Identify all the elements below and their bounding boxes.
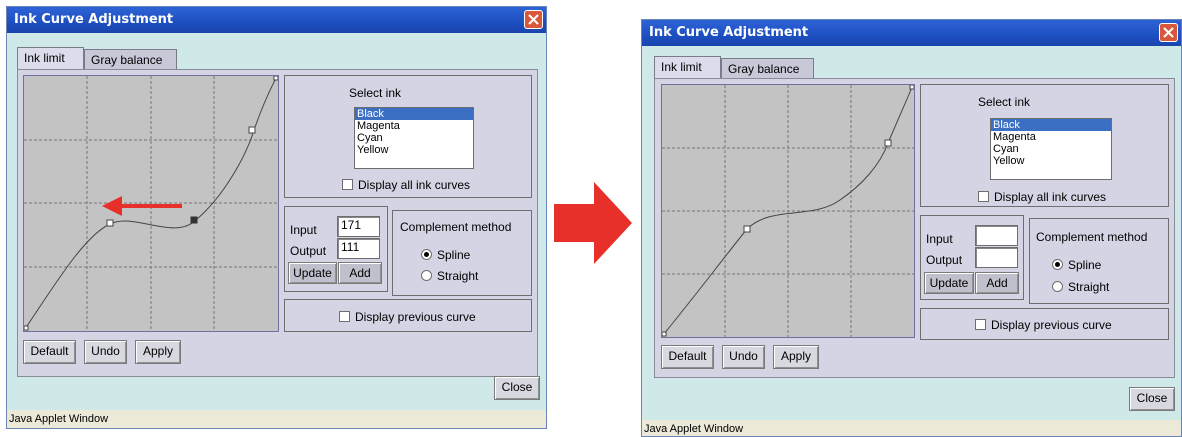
display-previous-group: Display previous curve <box>284 299 532 332</box>
straight-label: Straight <box>1068 280 1110 294</box>
ink-option-yellow[interactable]: Yellow <box>355 144 473 156</box>
close-window-icon[interactable] <box>1159 23 1178 42</box>
spline-radio[interactable] <box>421 249 432 260</box>
tab-panel: Select ink Black Magenta Cyan Yellow Dis… <box>654 78 1175 378</box>
display-previous-checkbox[interactable] <box>339 311 350 322</box>
tab-label: Gray balance <box>91 53 163 67</box>
output-label: Output <box>926 253 963 267</box>
update-button[interactable]: Update <box>924 272 974 294</box>
dialog-window-after: Ink Curve Adjustment Ink limit Gray bala… <box>641 19 1182 437</box>
spline-label: Spline <box>437 248 471 262</box>
select-ink-group: Select ink Black Magenta Cyan Yellow Dis… <box>284 75 532 198</box>
output-label: Output <box>290 244 327 258</box>
straight-label: Straight <box>437 269 479 283</box>
display-previous-label: Display previous curve <box>991 318 1112 332</box>
display-all-checkbox[interactable] <box>342 179 353 190</box>
ink-option-magenta[interactable]: Magenta <box>991 131 1111 143</box>
undo-button[interactable]: Undo <box>722 345 765 369</box>
curve-point[interactable] <box>106 219 114 227</box>
input-label: Input <box>926 232 953 246</box>
curve-point[interactable] <box>24 325 29 331</box>
update-button[interactable]: Update <box>288 262 337 284</box>
status-text: Java Applet Window <box>644 423 744 435</box>
input-field[interactable] <box>975 225 1018 246</box>
title-bar: Ink Curve Adjustment <box>7 7 546 33</box>
ink-listbox[interactable]: Black Magenta Cyan Yellow <box>354 107 474 169</box>
status-bar: Java Applet Window <box>642 420 1181 436</box>
ink-option-cyan[interactable]: Cyan <box>991 143 1111 155</box>
tab-label: Ink limit <box>661 60 702 74</box>
input-field[interactable]: 171 <box>337 216 380 237</box>
close-window-icon[interactable] <box>524 10 543 29</box>
window-title: Ink Curve Adjustment <box>14 12 174 27</box>
ink-option-cyan[interactable]: Cyan <box>355 132 473 144</box>
complement-method-group: Complement method Spline Straight <box>1029 218 1169 304</box>
spline-label: Spline <box>1068 258 1102 272</box>
curve-point[interactable] <box>273 76 278 81</box>
drag-direction-arrow <box>102 196 182 216</box>
window-title: Ink Curve Adjustment <box>649 25 809 40</box>
default-button[interactable]: Default <box>661 345 714 369</box>
curve-point[interactable] <box>909 85 914 90</box>
apply-button[interactable]: Apply <box>135 340 181 364</box>
close-button[interactable]: Close <box>1129 387 1175 411</box>
display-all-checkbox[interactable] <box>978 191 989 202</box>
tab-label: Gray balance <box>728 62 800 76</box>
ink-option-yellow[interactable]: Yellow <box>991 155 1111 167</box>
tab-ink-limit[interactable]: Ink limit <box>654 56 721 78</box>
output-field[interactable] <box>975 247 1018 268</box>
curve-point[interactable] <box>743 225 751 233</box>
curve-point[interactable] <box>884 139 892 147</box>
title-bar: Ink Curve Adjustment <box>642 20 1181 46</box>
tab-panel: Select ink Black Magenta Cyan Yellow Dis… <box>17 69 538 377</box>
close-button[interactable]: Close <box>494 376 540 400</box>
input-label: Input <box>290 223 317 237</box>
complement-method-title: Complement method <box>1036 230 1148 244</box>
default-button[interactable]: Default <box>23 340 76 364</box>
complement-method-group: Complement method Spline Straight <box>392 210 532 296</box>
select-ink-group: Select ink Black Magenta Cyan Yellow Dis… <box>920 84 1169 207</box>
select-ink-label: Select ink <box>978 95 1031 109</box>
straight-radio[interactable] <box>1052 281 1063 292</box>
ink-option-magenta[interactable]: Magenta <box>355 120 473 132</box>
curve-graph <box>24 76 278 331</box>
transition-arrow-icon <box>554 182 632 264</box>
display-all-label: Display all ink curves <box>994 190 1107 204</box>
tab-gray-balance[interactable]: Gray balance <box>721 58 814 78</box>
ink-option-black[interactable]: Black <box>991 119 1111 131</box>
curve-point-selected[interactable] <box>190 216 198 224</box>
status-bar: Java Applet Window <box>7 410 546 428</box>
ink-listbox[interactable]: Black Magenta Cyan Yellow <box>990 118 1112 180</box>
curve-graph <box>662 85 914 337</box>
apply-button[interactable]: Apply <box>773 345 819 369</box>
tab-label: Ink limit <box>24 51 65 65</box>
curve-editor[interactable] <box>661 84 915 338</box>
display-previous-checkbox[interactable] <box>975 319 986 330</box>
ink-option-black[interactable]: Black <box>355 108 473 120</box>
undo-button[interactable]: Undo <box>84 340 127 364</box>
curve-editor[interactable] <box>23 75 279 332</box>
add-button[interactable]: Add <box>975 272 1019 294</box>
spline-radio[interactable] <box>1052 259 1063 270</box>
curve-point[interactable] <box>248 126 256 134</box>
input-output-group: Input Output Update Add <box>920 215 1024 300</box>
display-previous-label: Display previous curve <box>355 310 476 324</box>
dialog-window-before: Ink Curve Adjustment Ink limit Gray bala… <box>6 6 547 429</box>
curve-point[interactable] <box>662 331 667 337</box>
select-ink-label: Select ink <box>349 86 402 100</box>
straight-radio[interactable] <box>421 270 432 281</box>
status-text: Java Applet Window <box>9 413 109 425</box>
add-button[interactable]: Add <box>338 262 382 284</box>
display-previous-group: Display previous curve <box>920 308 1169 340</box>
display-all-label: Display all ink curves <box>358 178 471 192</box>
input-output-group: Input 171 Output 111 Update Add <box>284 206 388 292</box>
output-field[interactable]: 111 <box>337 238 380 259</box>
tab-gray-balance[interactable]: Gray balance <box>84 49 177 69</box>
complement-method-title: Complement method <box>400 220 512 234</box>
tab-ink-limit[interactable]: Ink limit <box>17 47 84 69</box>
